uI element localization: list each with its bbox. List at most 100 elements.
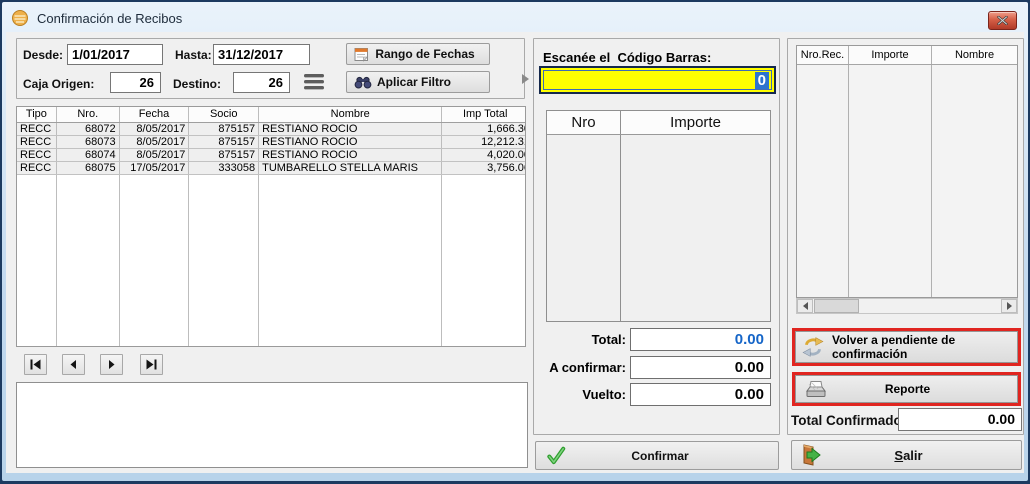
col-header-fecha: Fecha bbox=[120, 107, 190, 122]
confirmacion-recibos-window: { "window": { "title": "Confirmación de … bbox=[0, 0, 1030, 484]
refresh-icon bbox=[802, 336, 824, 358]
desde-label: Desde: bbox=[23, 48, 63, 62]
notes-area[interactable] bbox=[16, 382, 528, 468]
aplicar-filtro-label: Aplicar Filtro bbox=[377, 75, 451, 89]
barcode-input[interactable]: 0 bbox=[539, 66, 776, 94]
titlebar: Confirmación de Recibos bbox=[6, 5, 1024, 31]
pointer-arrow-icon bbox=[522, 74, 529, 84]
cell-fecha: 8/05/2017 bbox=[120, 136, 190, 148]
col-header-socio: Socio bbox=[189, 107, 259, 122]
scanned-table-body bbox=[547, 135, 770, 321]
col-header-importe: Importe bbox=[849, 46, 932, 64]
aero-frame: Confirmación de Recibos Desde: 1/01/2017… bbox=[2, 2, 1028, 481]
reporte-button[interactable]: Reporte bbox=[792, 372, 1021, 406]
hasta-label: Hasta: bbox=[175, 48, 212, 62]
nav-first-button[interactable] bbox=[24, 354, 47, 375]
destino-input[interactable]: 26 bbox=[233, 72, 290, 93]
cell-tipo: RECC bbox=[17, 149, 57, 161]
table-row[interactable]: RECC 68072 8/05/2017 875157 RESTIANO ROC… bbox=[17, 123, 525, 136]
scanned-items-table: Nro Importe bbox=[546, 110, 771, 322]
scrollbar-thumb[interactable] bbox=[814, 299, 859, 313]
volver-pendiente-label: Volver a pendiente de confirmación bbox=[832, 333, 955, 361]
nav-last-button[interactable] bbox=[140, 354, 163, 375]
nav-first-icon bbox=[30, 359, 41, 370]
aplicar-filtro-button[interactable]: Aplicar Filtro bbox=[346, 71, 490, 93]
confirmed-table: Nro.Rec. Importe Nombre bbox=[796, 45, 1018, 298]
cell-socio: 875157 bbox=[189, 136, 259, 148]
nav-prev-icon bbox=[68, 359, 79, 370]
window-title: Confirmación de Recibos bbox=[37, 11, 182, 26]
cell-socio: 333058 bbox=[189, 162, 259, 174]
nav-next-icon bbox=[106, 359, 117, 370]
col-header-nro: Nro bbox=[547, 111, 621, 134]
total-confirmado-field: 0.00 bbox=[898, 408, 1022, 431]
cell-nombre: RESTIANO ROCIO bbox=[259, 149, 442, 161]
desde-input[interactable]: 1/01/2017 bbox=[67, 44, 163, 65]
salir-button[interactable]: Salir bbox=[791, 440, 1022, 470]
destino-label: Destino: bbox=[173, 77, 221, 91]
cell-imp-total: 12,212.31 bbox=[442, 136, 525, 148]
exit-door-icon bbox=[800, 443, 824, 467]
confirmar-button[interactable]: Confirmar bbox=[535, 441, 779, 470]
reporte-label: Reporte bbox=[828, 382, 987, 396]
rango-de-fechas-button[interactable]: Rango de Fechas bbox=[346, 43, 490, 65]
receipts-table: Tipo Nro. Fecha Socio Nombre Imp Total R… bbox=[16, 106, 526, 347]
cell-imp-total: 4,020.00 bbox=[442, 149, 525, 161]
table-empty-area bbox=[17, 175, 525, 346]
rango-de-fechas-label: Rango de Fechas bbox=[369, 47, 481, 61]
confirmed-table-header: Nro.Rec. Importe Nombre bbox=[797, 46, 1017, 65]
salir-label: Salir bbox=[824, 448, 993, 463]
menu-icon[interactable] bbox=[302, 73, 326, 91]
cell-imp-total: 1,666.30 bbox=[442, 123, 525, 135]
check-icon bbox=[546, 446, 566, 466]
printer-icon bbox=[804, 380, 828, 399]
table-row[interactable]: RECC 68073 8/05/2017 875157 RESTIANO ROC… bbox=[17, 136, 525, 149]
scroll-right-icon bbox=[1007, 302, 1012, 310]
scroll-right-button[interactable] bbox=[1001, 299, 1017, 313]
client-area: Desde: 1/01/2017 Hasta: 31/12/2017 Rango… bbox=[6, 32, 1024, 473]
cell-nro: 68074 bbox=[57, 149, 120, 161]
confirmed-groupbox: Nro.Rec. Importe Nombre bbox=[787, 38, 1024, 435]
col-header-nombre: Nombre bbox=[932, 46, 1017, 64]
horizontal-scrollbar[interactable] bbox=[796, 298, 1018, 314]
scanned-table-header: Nro Importe bbox=[547, 111, 770, 135]
filter-groupbox: Desde: 1/01/2017 Hasta: 31/12/2017 Rango… bbox=[16, 38, 525, 99]
table-row[interactable]: RECC 68075 17/05/2017 333058 TUMBARELLO … bbox=[17, 162, 525, 175]
cell-fecha: 8/05/2017 bbox=[120, 149, 190, 161]
cell-tipo: RECC bbox=[17, 162, 57, 174]
close-button[interactable] bbox=[988, 11, 1017, 30]
a-confirmar-field: 0.00 bbox=[630, 356, 771, 379]
a-confirmar-label: A confirmar: bbox=[534, 356, 626, 379]
nav-prev-button[interactable] bbox=[62, 354, 85, 375]
col-header-nombre: Nombre bbox=[259, 107, 442, 122]
close-icon bbox=[997, 16, 1008, 25]
volver-pendiente-button[interactable]: Volver a pendiente de confirmación bbox=[792, 328, 1021, 366]
hasta-input[interactable]: 31/12/2017 bbox=[213, 44, 310, 65]
cell-nombre: RESTIANO ROCIO bbox=[259, 136, 442, 148]
vuelto-field: 0.00 bbox=[630, 383, 771, 406]
barcode-value: 0 bbox=[755, 72, 769, 89]
calendar-icon bbox=[354, 47, 369, 62]
binoculars-icon bbox=[354, 76, 372, 89]
cell-tipo: RECC bbox=[17, 123, 57, 135]
cell-nombre: RESTIANO ROCIO bbox=[259, 123, 442, 135]
cell-imp-total: 3,756.06 bbox=[442, 162, 525, 174]
cell-nro: 68075 bbox=[57, 162, 120, 174]
col-header-nro: Nro. bbox=[57, 107, 120, 122]
col-header-tipo: Tipo bbox=[17, 107, 57, 122]
table-row[interactable]: RECC 68074 8/05/2017 875157 RESTIANO ROC… bbox=[17, 149, 525, 162]
cell-nro: 68072 bbox=[57, 123, 120, 135]
cell-socio: 875157 bbox=[189, 149, 259, 161]
nav-next-button[interactable] bbox=[100, 354, 123, 375]
cell-fecha: 17/05/2017 bbox=[120, 162, 190, 174]
caja-origen-label: Caja Origen: bbox=[23, 77, 94, 91]
receipts-table-header: Tipo Nro. Fecha Socio Nombre Imp Total bbox=[17, 107, 525, 123]
cell-tipo: RECC bbox=[17, 136, 57, 148]
cell-nro: 68073 bbox=[57, 136, 120, 148]
barcode-input-inner: 0 bbox=[543, 70, 772, 90]
cell-fecha: 8/05/2017 bbox=[120, 123, 190, 135]
scrollbar-track[interactable] bbox=[813, 299, 1001, 313]
scroll-left-button[interactable] bbox=[797, 299, 813, 313]
nav-last-icon bbox=[146, 359, 157, 370]
caja-origen-input[interactable]: 26 bbox=[110, 72, 161, 93]
